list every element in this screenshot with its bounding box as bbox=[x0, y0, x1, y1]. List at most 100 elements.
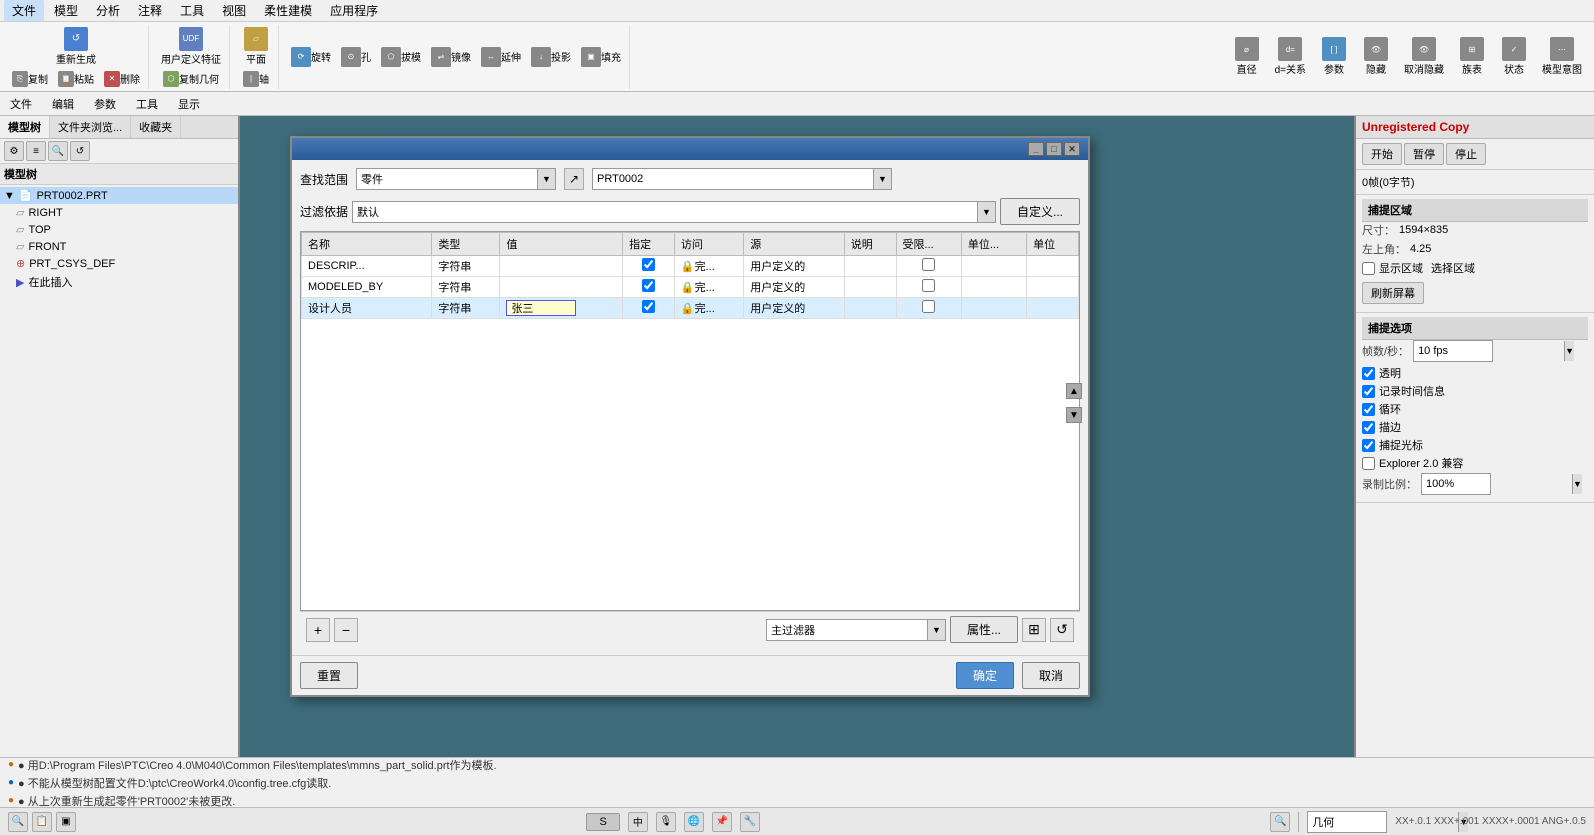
toolbar2-file[interactable]: 文件 bbox=[4, 95, 38, 113]
filter-arrow[interactable]: ▼ bbox=[977, 202, 995, 222]
record-info-row[interactable]: 记录时间信息 bbox=[1362, 383, 1588, 399]
file-combo[interactable]: ▼ bbox=[592, 168, 892, 190]
filter-combo[interactable]: ▼ bbox=[352, 201, 996, 223]
btn-extend[interactable]: ↔ 延伸 bbox=[477, 45, 525, 69]
filter-input[interactable] bbox=[353, 205, 977, 219]
toolbar2-params[interactable]: 参数 bbox=[88, 95, 122, 113]
cell-value-2[interactable] bbox=[500, 298, 623, 319]
ok-btn[interactable]: 确定 bbox=[956, 662, 1014, 689]
cell-value-0[interactable] bbox=[500, 256, 623, 277]
btn-paste[interactable]: 📋 粘贴 bbox=[54, 69, 98, 89]
select-area-btn[interactable]: 选择区域 bbox=[1431, 260, 1475, 276]
capture-cursor-row[interactable]: 捕捉光标 bbox=[1362, 437, 1588, 453]
btn-user-feature[interactable]: UDF 用户定义特征 bbox=[157, 25, 225, 68]
tab-model-tree[interactable]: 模型树 bbox=[0, 116, 50, 138]
menu-model[interactable]: 模型 bbox=[46, 0, 86, 21]
checkbox-restricted-1[interactable] bbox=[922, 279, 935, 292]
taskbar-icon-4[interactable]: 📌 bbox=[712, 812, 732, 832]
cell-designated-0[interactable] bbox=[623, 256, 675, 277]
tree-item-root[interactable]: ▼ 📄 PRT0002.PRT bbox=[0, 187, 238, 204]
btn-copy[interactable]: ⎘ 复制 bbox=[8, 69, 52, 89]
btn-diameter[interactable]: ⌀ 直径 bbox=[1229, 35, 1265, 78]
table-row[interactable]: MODELED_BY 字符串 🔒完... 用户定义的 bbox=[302, 277, 1079, 298]
scope-browse-btn[interactable]: ↗ bbox=[564, 168, 584, 190]
btn-axis[interactable]: | 轴 bbox=[239, 69, 273, 89]
tab-folder-browser[interactable]: 文件夹浏览... bbox=[50, 116, 131, 138]
scale-arrow[interactable]: ▼ bbox=[1572, 474, 1582, 494]
loop-checkbox[interactable] bbox=[1362, 403, 1375, 416]
table-row[interactable]: DESCRIP... 字符串 🔒完... 用户定义的 bbox=[302, 256, 1079, 277]
btn-unhide[interactable]: 👁 取消隐藏 bbox=[1400, 35, 1448, 78]
btn-fill[interactable]: ▣ 填充 bbox=[577, 45, 625, 69]
remove-param-btn[interactable]: − bbox=[334, 618, 358, 642]
checkbox-restricted-2[interactable] bbox=[922, 300, 935, 313]
bottom-icon-2[interactable]: 📋 bbox=[32, 812, 52, 832]
loop-row[interactable]: 循环 bbox=[1362, 401, 1588, 417]
border-row[interactable]: 描边 bbox=[1362, 419, 1588, 435]
table-view-btn[interactable]: ⊞ bbox=[1022, 618, 1046, 642]
scale-input[interactable] bbox=[1422, 477, 1572, 491]
pause-btn[interactable]: 暂停 bbox=[1404, 143, 1444, 165]
btn-draft[interactable]: ⬠ 拔模 bbox=[377, 45, 425, 69]
menu-flexible[interactable]: 柔性建模 bbox=[256, 0, 320, 21]
dialog-close-btn[interactable]: ✕ bbox=[1064, 142, 1080, 156]
bottom-icon-3[interactable]: ▣ bbox=[56, 812, 76, 832]
transparent-checkbox[interactable] bbox=[1362, 367, 1375, 380]
cell-value-1[interactable] bbox=[500, 277, 623, 298]
main-filter-arrow[interactable]: ▼ bbox=[927, 620, 945, 640]
toolbar2-tools[interactable]: 工具 bbox=[130, 95, 164, 113]
taskbar-icon-5[interactable]: 🔧 bbox=[740, 812, 760, 832]
tree-item-top[interactable]: ▱ TOP bbox=[12, 221, 238, 238]
checkbox-restricted-0[interactable] bbox=[922, 258, 935, 271]
taskbar-icon-1[interactable]: 中 bbox=[628, 812, 648, 832]
menu-file[interactable]: 文件 bbox=[4, 0, 44, 21]
cancel-btn[interactable]: 取消 bbox=[1022, 662, 1080, 689]
explorer-checkbox[interactable] bbox=[1362, 457, 1375, 470]
btn-params-toolbar[interactable]: [ ] 参数 bbox=[1316, 35, 1352, 78]
tree-item-right[interactable]: ▱ RIGHT bbox=[12, 204, 238, 221]
scope-combo[interactable]: ▼ bbox=[356, 168, 556, 190]
refresh-screen-btn[interactable]: 刷新屏幕 bbox=[1362, 282, 1424, 304]
start-btn[interactable]: 开始 bbox=[1362, 143, 1402, 165]
capture-cursor-checkbox[interactable] bbox=[1362, 439, 1375, 452]
btn-regenerate[interactable]: ↺ 重新生成 bbox=[52, 25, 100, 68]
btn-copy-geom[interactable]: ⬡ 复制几何 bbox=[159, 69, 223, 89]
toolbar2-edit[interactable]: 编辑 bbox=[46, 95, 80, 113]
menu-apps[interactable]: 应用程序 bbox=[322, 0, 386, 21]
file-arrow[interactable]: ▼ bbox=[873, 169, 891, 189]
bottom-search-icon[interactable]: 🔍 bbox=[1270, 812, 1290, 832]
geom-combo[interactable]: ▼ bbox=[1307, 811, 1387, 833]
scale-combo[interactable]: ▼ bbox=[1421, 473, 1491, 495]
btn-hole[interactable]: ⊙ 孔 bbox=[337, 45, 375, 69]
border-checkbox[interactable] bbox=[1362, 421, 1375, 434]
scroll-down-btn[interactable]: ▼ bbox=[1066, 407, 1082, 423]
btn-revolve[interactable]: ⟳ 旋转 bbox=[287, 45, 335, 69]
tree-settings-icon[interactable]: ⚙ bbox=[4, 141, 24, 161]
tree-list-icon[interactable]: ≡ bbox=[26, 141, 46, 161]
customize-btn[interactable]: 自定义... bbox=[1000, 198, 1080, 225]
menu-analysis[interactable]: 分析 bbox=[88, 0, 128, 21]
btn-status[interactable]: ✓ 状态 bbox=[1496, 35, 1532, 78]
record-info-checkbox[interactable] bbox=[1362, 385, 1375, 398]
cell-designated-1[interactable] bbox=[623, 277, 675, 298]
tree-item-front[interactable]: ▱ FRONT bbox=[12, 238, 238, 255]
display-area-row[interactable]: 显示区域 选择区域 bbox=[1362, 260, 1588, 276]
btn-relation[interactable]: d= d=关系 bbox=[1271, 35, 1310, 78]
checkbox-designated-0[interactable] bbox=[642, 258, 655, 271]
taskbar-icon-3[interactable]: 🌐 bbox=[684, 812, 704, 832]
main-filter-input[interactable] bbox=[767, 623, 927, 637]
cell-designated-2[interactable] bbox=[623, 298, 675, 319]
menu-tools[interactable]: 工具 bbox=[172, 0, 212, 21]
btn-plane[interactable]: ▱ 平面 bbox=[238, 25, 274, 68]
menu-view[interactable]: 视图 bbox=[214, 0, 254, 21]
refresh-params-btn[interactable]: ↺ bbox=[1050, 618, 1074, 642]
main-filter-combo[interactable]: ▼ bbox=[766, 619, 946, 641]
tree-item-insert[interactable]: ▶ 在此插入 bbox=[12, 272, 238, 292]
reset-btn[interactable]: 重置 bbox=[300, 662, 358, 689]
toolbar2-display[interactable]: 显示 bbox=[172, 95, 206, 113]
dialog-minimize-btn[interactable]: _ bbox=[1028, 142, 1044, 156]
fps-combo[interactable]: ▼ bbox=[1413, 340, 1493, 362]
tree-refresh-icon[interactable]: ↺ bbox=[70, 141, 90, 161]
fps-input[interactable] bbox=[1414, 344, 1564, 358]
cell-restricted-1[interactable] bbox=[896, 277, 961, 298]
